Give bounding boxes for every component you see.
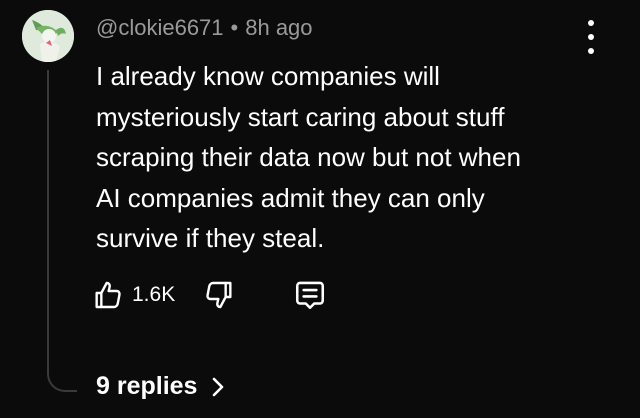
thumbs-down-icon [206, 281, 232, 309]
avatar[interactable] [22, 10, 74, 62]
dislike-button[interactable] [203, 279, 235, 311]
chevron-right-icon [213, 377, 224, 396]
more-options-button[interactable] [584, 20, 598, 54]
comment-actions: 1.6K [92, 276, 327, 314]
reply-button[interactable] [293, 278, 327, 312]
comment-card: @clokie6671 • 8h ago I already know compan… [0, 0, 640, 418]
username[interactable]: @clokie6671 [96, 15, 224, 40]
comment-text: I already know companies will mysterious… [96, 61, 521, 253]
meta-separator: • [230, 15, 239, 40]
thumbs-up-icon [95, 281, 121, 309]
view-replies-link[interactable]: 9 replies [96, 372, 225, 401]
timestamp: 8h ago [245, 15, 313, 40]
like-count: 1.6K [132, 283, 176, 306]
avatar-image [22, 10, 74, 62]
like-button[interactable]: 1.6K [92, 279, 175, 311]
comment-meta: @clokie6671 • 8h ago [96, 14, 313, 42]
more-vertical-icon [588, 20, 594, 26]
thread-line [47, 70, 77, 392]
comment-icon [296, 281, 325, 310]
replies-label: 9 replies [96, 372, 198, 400]
